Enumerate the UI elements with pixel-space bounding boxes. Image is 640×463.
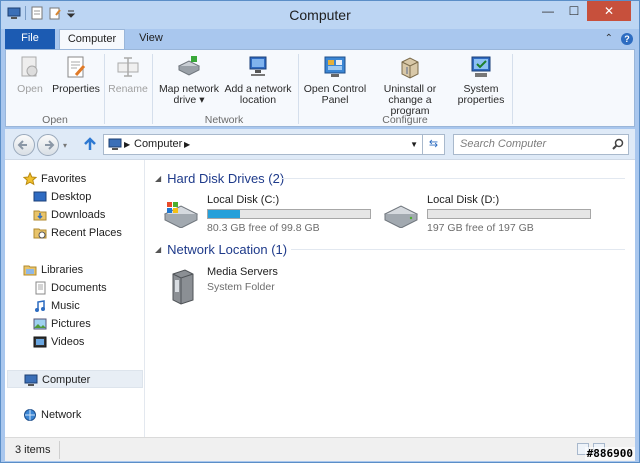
- up-arrow-icon: [84, 137, 96, 150]
- explorer-window: Computer — ☐ ✕ File Computer View ⌃ ? Op…: [0, 0, 640, 463]
- collapse-ribbon-icon[interactable]: ⌃: [605, 33, 613, 45]
- address-dropdown-icon[interactable]: ▼: [410, 135, 418, 154]
- tab-computer[interactable]: Computer: [59, 29, 125, 49]
- help-icon[interactable]: ?: [621, 33, 633, 45]
- music-icon: [33, 299, 47, 313]
- file-list: ◢ Hard Disk Drives (2) Local Disk (C:) 8…: [151, 160, 635, 438]
- network-location-type: System Folder: [207, 281, 275, 293]
- search-icon[interactable]: [612, 138, 624, 150]
- forward-button[interactable]: [37, 134, 59, 156]
- group-heading-network-location[interactable]: ◢ Network Location (1): [155, 240, 287, 258]
- drive-name: Local Disk (D:): [427, 194, 500, 206]
- add-network-location-button[interactable]: Add a network location: [222, 54, 294, 106]
- map-network-drive-icon: [176, 54, 202, 80]
- recent-places-icon: [33, 226, 47, 240]
- title-bar: Computer — ☐ ✕: [1, 1, 639, 29]
- collapse-triangle-icon[interactable]: ◢: [155, 174, 161, 183]
- star-icon: [22, 171, 38, 186]
- ribbon-tabs: File Computer View ⌃ ?: [5, 29, 637, 49]
- open-icon: [17, 54, 43, 80]
- group-separator: [104, 54, 105, 124]
- watermark: #886900: [584, 447, 635, 460]
- control-panel-icon: [322, 54, 348, 80]
- rename-icon: [115, 54, 141, 80]
- drive-free-space: 80.3 GB free of 99.8 GB: [207, 222, 320, 234]
- open-control-panel-button[interactable]: Open Control Panel: [302, 54, 368, 106]
- ribbon: Open Properties Open Rename Map network …: [5, 49, 635, 127]
- computer-icon: [24, 373, 38, 387]
- network-location-name: Media Servers: [207, 266, 278, 278]
- hard-drive-icon: [381, 198, 421, 229]
- address-chevron-icon[interactable]: ▶: [124, 135, 130, 154]
- group-separator: [512, 54, 513, 124]
- back-arrow-icon: [17, 140, 27, 150]
- search-placeholder: Search Computer: [460, 138, 547, 150]
- windows-drive-icon: [161, 198, 201, 229]
- group-label-network: Network: [204, 114, 244, 126]
- breadcrumb-chevron-icon[interactable]: ▶: [184, 135, 190, 154]
- properties-icon: [63, 54, 89, 80]
- navigation-bar: ▾ ▶ Computer ▶ ▼ ⇆ Search Computer: [5, 129, 635, 159]
- uninstall-icon: [397, 54, 423, 80]
- drive-usage-bar: [207, 209, 371, 219]
- back-button[interactable]: [13, 134, 35, 156]
- search-box[interactable]: Search Computer: [453, 134, 629, 155]
- window-controls: — ☐ ✕: [535, 1, 631, 21]
- status-separator: [59, 441, 60, 459]
- group-heading-hard-disk-drives[interactable]: ◢ Hard Disk Drives (2): [155, 169, 284, 187]
- ribbon-controls: ⌃ ?: [605, 33, 633, 45]
- up-button[interactable]: [81, 135, 99, 153]
- group-divider: [281, 178, 625, 179]
- system-properties-button[interactable]: System properties: [452, 54, 510, 106]
- collapse-triangle-icon[interactable]: ◢: [155, 245, 161, 254]
- address-bar[interactable]: ▶ Computer ▶ ▼: [103, 134, 423, 155]
- status-bar: 3 items: [5, 437, 635, 461]
- media-server-icon: [167, 268, 197, 306]
- forward-arrow-icon: [45, 140, 55, 150]
- system-properties-icon: [468, 54, 494, 80]
- rename-button[interactable]: Rename: [108, 54, 148, 95]
- libraries-icon: [23, 263, 37, 277]
- properties-button[interactable]: Properties: [50, 54, 102, 95]
- navigation-pane: Favorites Desktop Downloads Recent Place…: [5, 160, 145, 438]
- uninstall-program-button[interactable]: Uninstall or change a program: [368, 54, 452, 117]
- add-network-location-icon: [245, 54, 271, 80]
- nav-computer[interactable]: Computer: [7, 370, 143, 388]
- minimize-button[interactable]: —: [535, 1, 561, 21]
- drive-name: Local Disk (C:): [207, 194, 280, 206]
- content-area: Favorites Desktop Downloads Recent Place…: [5, 159, 635, 438]
- refresh-button[interactable]: ⇆: [423, 134, 445, 155]
- drive-c[interactable]: Local Disk (C:) 80.3 GB free of 99.8 GB: [161, 192, 381, 236]
- pictures-icon: [33, 317, 47, 331]
- documents-icon: [33, 281, 47, 295]
- item-count: 3 items: [15, 444, 51, 456]
- network-item-media-servers[interactable]: Media Servers System Folder: [161, 264, 381, 308]
- maximize-button[interactable]: ☐: [561, 1, 587, 21]
- videos-icon: [33, 335, 47, 349]
- group-label-configure: Configure: [382, 114, 428, 126]
- drive-d[interactable]: Local Disk (D:) 197 GB free of 197 GB: [381, 192, 601, 236]
- breadcrumb-computer[interactable]: Computer: [134, 135, 182, 154]
- open-button[interactable]: Open: [12, 54, 48, 95]
- drive-usage-bar: [427, 209, 591, 219]
- address-computer-icon: [108, 138, 122, 158]
- desktop-icon: [33, 190, 47, 204]
- network-icon: [23, 408, 37, 422]
- tab-view[interactable]: View: [129, 29, 173, 49]
- group-divider: [291, 249, 625, 250]
- group-label-open: Open: [42, 114, 68, 126]
- drive-usage-fill: [208, 210, 240, 218]
- downloads-folder-icon: [33, 208, 47, 222]
- map-network-drive-button[interactable]: Map network drive ▾: [156, 54, 222, 106]
- close-button[interactable]: ✕: [587, 1, 631, 21]
- tab-file[interactable]: File: [5, 29, 55, 49]
- refresh-icon: ⇆: [428, 138, 439, 150]
- drive-free-space: 197 GB free of 197 GB: [427, 222, 534, 234]
- recent-locations-chevron-icon[interactable]: ▾: [63, 141, 67, 150]
